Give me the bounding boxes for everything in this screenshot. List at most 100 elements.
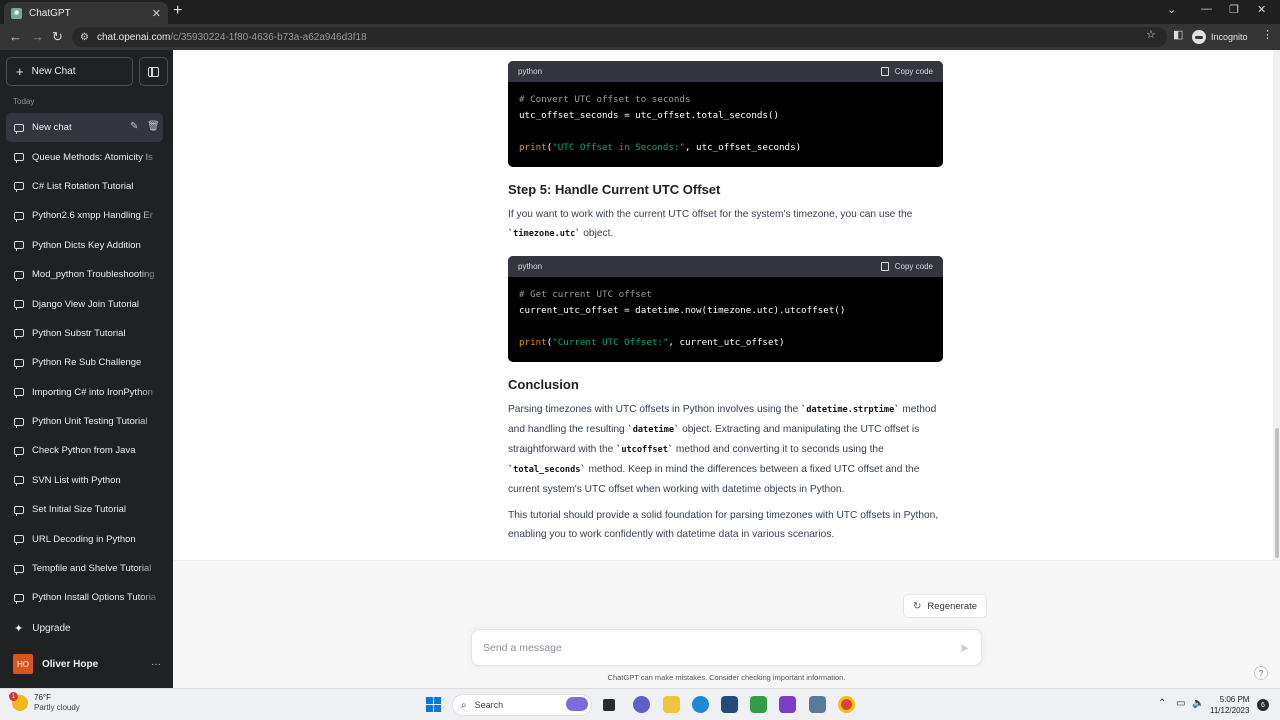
back-icon[interactable]: ← [9, 29, 22, 45]
snipping-tool-icon[interactable] [809, 696, 826, 713]
tab-search-chevron-icon[interactable]: ⌄ [1167, 3, 1176, 16]
tab-close-icon[interactable]: ✕ [152, 7, 161, 20]
browser-tab-bar: ✺ ChatGPT ✕ + ⌄ — ❐ ✕ [0, 0, 1280, 24]
conversation-area: python Copy code # Convert UTC offset to… [173, 50, 1273, 560]
store-icon[interactable] [721, 696, 738, 713]
edge-icon[interactable] [692, 696, 709, 713]
close-sidebar-button[interactable] [139, 57, 168, 86]
weather-widget[interactable]: 1 76°F Partly cloudy [9, 692, 80, 713]
code-content: # Convert UTC offset to seconds utc_offs… [508, 82, 943, 162]
browser-tab[interactable]: ✺ ChatGPT ✕ [4, 2, 168, 24]
forward-icon[interactable]: → [31, 29, 44, 45]
new-tab-icon[interactable]: + [173, 2, 182, 20]
clipboard-icon [880, 262, 889, 271]
reload-icon[interactable]: ↻ [52, 29, 63, 45]
chrome-icon[interactable] [838, 696, 855, 713]
message-input[interactable] [483, 641, 933, 654]
code-keyword: print [519, 142, 547, 153]
chat-item[interactable]: Tempfile and Shelve Tutorial [6, 553, 163, 584]
code-block-header: python Copy code [508, 61, 943, 82]
browser-menu-icon[interactable]: ⋮ [1262, 28, 1273, 41]
chat-bubble-icon [14, 535, 24, 546]
inline-code: `timezone.utc` [508, 229, 581, 239]
help-button[interactable]: ? [1254, 666, 1268, 680]
clock-date: 11/12/2023 [1210, 706, 1250, 715]
code-language: python [518, 67, 543, 76]
weather-temp: 76°F [34, 693, 51, 702]
code-line: # Get current UTC offset [519, 289, 652, 300]
volume-icon[interactable]: 🔈 [1192, 698, 1204, 709]
chat-item-label: SVN List with Python [32, 474, 121, 486]
chat-bubble-icon [14, 211, 24, 222]
chat-item[interactable]: Python Dicts Key Addition [6, 230, 163, 260]
code-token: , utc_offset_seconds) [684, 142, 802, 153]
incognito-indicator[interactable]: Incognito [1192, 28, 1248, 46]
chat-item[interactable]: Importing C# into IronPython [6, 377, 163, 407]
message-composer[interactable]: ➤ [471, 629, 982, 666]
close-window-icon[interactable]: ✕ [1257, 3, 1266, 16]
chat-item[interactable]: Django View Join Tutorial [6, 289, 163, 319]
chat-item[interactable]: Python Unit Testing Tutorial [6, 406, 163, 437]
chat-app-icon[interactable] [633, 696, 650, 713]
chat-item[interactable]: Check Python from Java [6, 436, 163, 466]
upgrade-button[interactable]: ✦ Upgrade [14, 622, 71, 635]
bookmark-star-icon[interactable]: ☆ [1146, 28, 1156, 41]
send-icon[interactable]: ➤ [959, 641, 969, 655]
chat-item[interactable]: Python Re Sub Challenge [6, 348, 163, 378]
chat-bubble-icon [14, 329, 24, 340]
chat-history-list: New chat ✎ 🗑 Queue Methods: Atomicity Is… [6, 113, 163, 613]
code-line: # Convert UTC offset to seconds [519, 94, 691, 105]
chat-item-label: Queue Methods: Atomicity Is [32, 151, 153, 163]
trash-icon[interactable]: 🗑 [147, 121, 160, 132]
network-icon[interactable]: ▭ [1176, 698, 1185, 709]
chat-item[interactable]: Queue Methods: Atomicity Is [6, 142, 163, 172]
regenerate-label: Regenerate [927, 600, 978, 612]
inline-code: `datetime` [627, 425, 680, 435]
code-language: python [518, 262, 543, 271]
chat-item[interactable]: URL Decoding in Python [6, 524, 163, 554]
chat-item[interactable]: C# List Rotation Tutorial [6, 171, 163, 202]
copilot-icon[interactable] [566, 697, 588, 711]
tray-chevron-icon[interactable]: ⌃ [1158, 698, 1166, 709]
regenerate-button[interactable]: ↻ Regenerate [903, 594, 988, 618]
task-view-icon[interactable] [603, 699, 615, 711]
site-info-icon[interactable]: ⚙ [80, 32, 89, 43]
notification-badge[interactable]: 6 [1257, 699, 1269, 711]
address-bar[interactable]: ⚙ chat.openai.com/c/35930224-1f80-4636-b… [72, 27, 1167, 47]
inline-code: `utcoffset` [616, 445, 674, 455]
more-options-icon[interactable]: ··· [151, 659, 161, 670]
new-chat-button[interactable]: + New Chat [6, 57, 133, 86]
user-name: Oliver Hope [42, 658, 99, 670]
main-panel: python Copy code # Convert UTC offset to… [173, 50, 1280, 688]
weather-badge: 1 [9, 692, 18, 701]
scrollbar[interactable] [1273, 50, 1280, 560]
code-string: "Current UTC Offset:" [552, 337, 669, 348]
chat-item[interactable]: Python2.6 xmpp Handling Er [6, 201, 163, 231]
user-menu[interactable]: HO Oliver Hope ··· [13, 654, 163, 674]
file-explorer-icon[interactable] [663, 696, 680, 713]
copy-code-button[interactable]: Copy code [880, 262, 933, 271]
edit-icon[interactable]: ✎ [130, 121, 138, 132]
start-button[interactable] [426, 697, 441, 712]
chat-item-label: Python Unit Testing Tutorial [32, 416, 148, 428]
restore-icon[interactable]: ❐ [1229, 3, 1239, 16]
chat-bubble-icon [14, 153, 24, 164]
chat-item-active[interactable]: New chat ✎ 🗑 [6, 113, 163, 143]
system-clock[interactable]: 5:06 PM 11/12/2023 [1210, 694, 1249, 716]
scrollbar-thumb[interactable] [1275, 428, 1279, 558]
minimize-icon[interactable]: — [1201, 3, 1212, 15]
plus-icon: + [16, 64, 24, 79]
taskbar: 1 76°F Partly cloudy ⌕ Search ⌃ ▭ 🔈 5:06… [0, 688, 1280, 720]
inline-code: `datetime.strptime` [801, 405, 900, 415]
chat-item[interactable]: Python Substr Tutorial [6, 318, 163, 349]
copy-code-button[interactable]: Copy code [880, 67, 933, 76]
vscode-icon[interactable] [779, 696, 796, 713]
side-panel-icon[interactable]: ◧ [1173, 28, 1183, 41]
paragraph-text: method and converting it to seconds usin… [673, 444, 884, 455]
notepad-icon[interactable] [750, 696, 767, 713]
chat-item[interactable]: Mod_python Troubleshooting [6, 259, 163, 290]
chat-item[interactable]: SVN List with Python [6, 465, 163, 496]
tab-title: ChatGPT [29, 7, 71, 19]
chat-item[interactable]: Set Initial Size Tutorial [6, 495, 163, 525]
chat-item[interactable]: Python Install Options Tutoria [6, 583, 163, 613]
